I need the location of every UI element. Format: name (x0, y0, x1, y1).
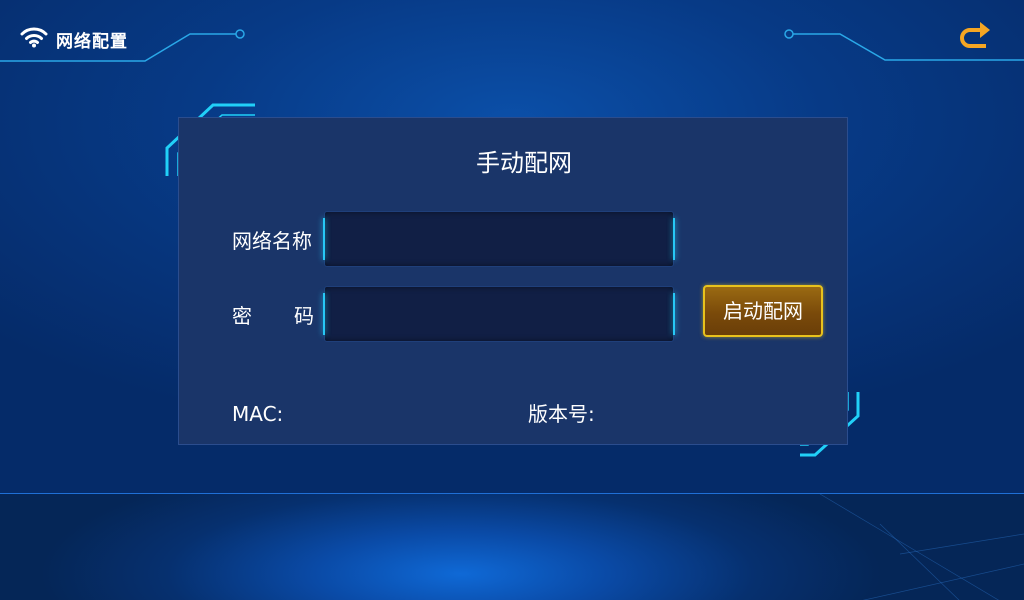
ssid-label: 网络名称 (232, 229, 312, 253)
mac-label: MAC: (232, 402, 284, 426)
password-label-part1: 密 (232, 304, 252, 328)
panel-title: 手动配网 (476, 149, 572, 177)
header-decoration (0, 29, 1024, 62)
floor-background (0, 493, 1024, 600)
ssid-field[interactable] (323, 211, 675, 267)
start-config-button[interactable]: 启动配网 (703, 285, 823, 337)
password-label-part2: 码 (294, 304, 314, 328)
top-bar: 网络配置 (0, 0, 1024, 70)
return-arrow-icon[interactable] (956, 20, 994, 52)
ssid-input[interactable] (325, 212, 673, 266)
network-config-screen: 网络配置 手动配网 网络名称 密 码 启动配网 MAC: 版本号: (0, 0, 1024, 600)
page-title: 网络配置 (56, 32, 128, 52)
manual-config-panel: 手动配网 网络名称 密 码 启动配网 MAC: 版本号: (178, 117, 848, 445)
version-label: 版本号: (528, 402, 595, 426)
password-field[interactable] (323, 286, 675, 342)
wifi-icon (20, 27, 48, 48)
floor-grid-decoration (819, 494, 1024, 600)
password-input[interactable] (325, 287, 673, 341)
